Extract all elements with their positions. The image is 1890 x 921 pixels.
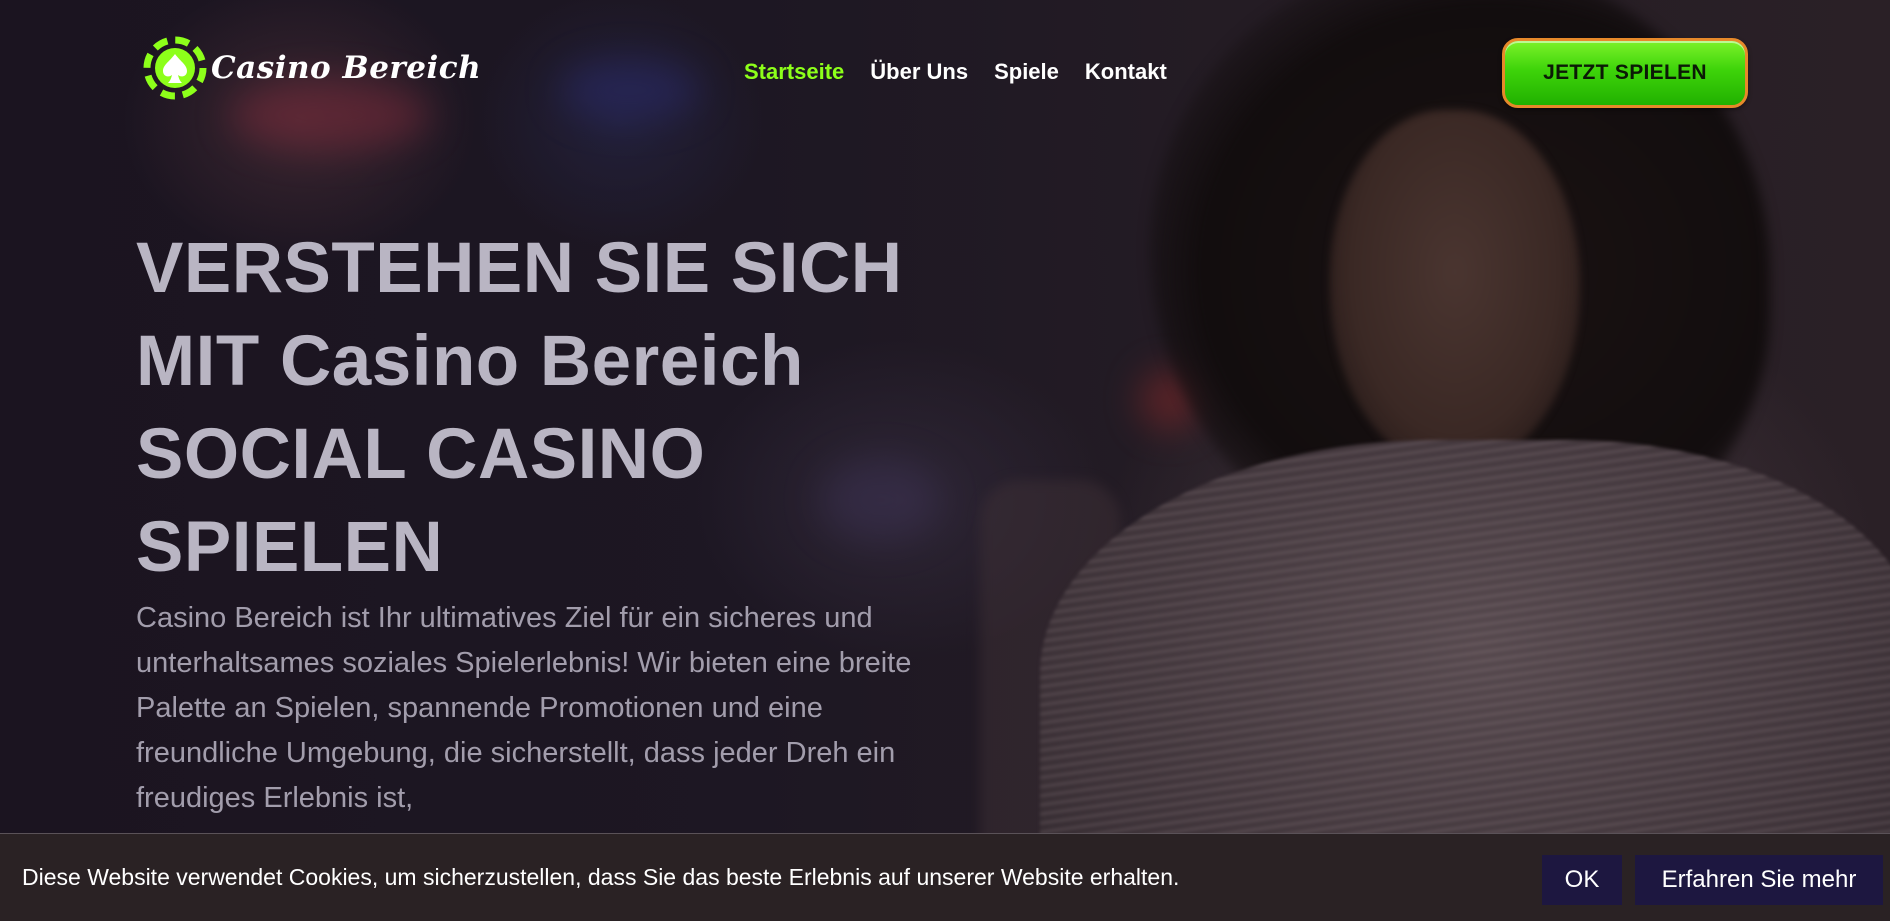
nav-item-ueber-uns[interactable]: Über Uns (870, 59, 968, 85)
hero-title-line: SOCIAL CASINO (136, 415, 706, 494)
cookie-ok-button[interactable]: OK (1542, 855, 1622, 905)
hero-title-line: SPIELEN (136, 508, 444, 587)
site-header: Casino Bereich Startseite Über Uns Spiel… (0, 0, 1890, 140)
poker-chip-spade-icon (143, 36, 207, 100)
main-nav: Startseite Über Uns Spiele Kontakt (744, 57, 1193, 87)
hero-title-line: VERSTEHEN SIE SICH (136, 229, 903, 308)
site-logo[interactable]: Casino Bereich (143, 36, 481, 100)
nav-item-kontakt[interactable]: Kontakt (1085, 59, 1167, 85)
hero-title-line: MIT Casino Bereich (136, 322, 804, 401)
cookie-message: Diese Website verwendet Cookies, um sich… (22, 864, 1180, 890)
hero-title: VERSTEHEN SIE SICH MIT Casino Bereich SO… (136, 222, 916, 594)
nav-item-spiele[interactable]: Spiele (994, 59, 1059, 85)
cookie-learn-more-button[interactable]: Erfahren Sie mehr (1635, 855, 1883, 905)
play-now-button[interactable]: JETZT SPIELEN (1502, 38, 1748, 108)
logo-text: Casino Bereich (211, 50, 482, 86)
nav-item-startseite[interactable]: Startseite (744, 59, 844, 85)
bg-figure-face (1330, 110, 1580, 470)
cookie-banner: Diese Website verwendet Cookies, um sich… (0, 833, 1890, 921)
hero-description: Casino Bereich ist Ihr ultimatives Ziel … (136, 602, 912, 814)
